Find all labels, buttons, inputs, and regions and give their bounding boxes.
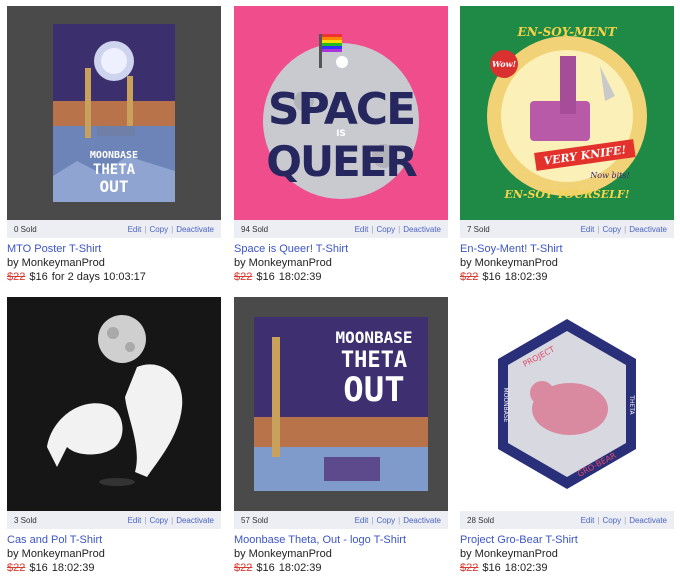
- sale-price: $16: [256, 271, 275, 283]
- original-price: $22: [234, 271, 253, 283]
- product-author: by MonkeymanProd: [7, 257, 105, 269]
- product-toolbar: 7 Sold Edit | Copy | Deactivate: [460, 220, 674, 238]
- sold-count: 57 Sold: [241, 516, 269, 525]
- cas-and-pol-art: [7, 297, 221, 511]
- edit-link[interactable]: Edit: [128, 225, 142, 234]
- deactivate-link[interactable]: Deactivate: [629, 516, 667, 525]
- product-title[interactable]: Project Gro-Bear T-Shirt: [460, 534, 578, 546]
- product-title[interactable]: MTO Poster T-Shirt: [7, 243, 101, 255]
- copy-link[interactable]: Copy: [602, 225, 621, 234]
- sale-timer: 18:02:39: [504, 271, 548, 283]
- product-image[interactable]: SPACE IS QUEER: [234, 6, 448, 220]
- product-toolbar: 57 Sold Edit | Copy | Deactivate: [234, 511, 448, 529]
- product-author: by MonkeymanProd: [460, 548, 558, 560]
- badge-left: MOONBASE: [502, 388, 509, 423]
- sale-timer: for 2 days 10:03:17: [51, 271, 146, 283]
- space-is-queer-art: SPACE IS QUEER: [234, 6, 448, 220]
- product-title[interactable]: Moonbase Theta, Out - logo T-Shirt: [234, 534, 406, 546]
- sold-count: 28 Sold: [467, 516, 495, 525]
- sold-count: 0 Sold: [14, 225, 37, 234]
- copy-link[interactable]: Copy: [376, 225, 395, 234]
- art-tag: Now bits!: [589, 171, 629, 180]
- moonbase-logo-art: MOONBASE THETA OUT: [234, 297, 448, 511]
- original-price: $22: [234, 562, 253, 574]
- product-author: by MonkeymanProd: [234, 257, 332, 269]
- poster-line3: OUT: [100, 177, 129, 196]
- product-price: $22 $16 for 2 days 10:03:17: [7, 271, 146, 283]
- sale-timer: 18:02:39: [504, 562, 548, 574]
- logo-line3: OUT: [343, 370, 404, 410]
- sale-price: $16: [482, 271, 501, 283]
- deactivate-link[interactable]: Deactivate: [403, 225, 441, 234]
- copy-link[interactable]: Copy: [149, 516, 168, 525]
- product-toolbar: 28 Sold Edit | Copy | Deactivate: [460, 511, 674, 529]
- original-price: $22: [7, 562, 26, 574]
- copy-link[interactable]: Copy: [149, 225, 168, 234]
- product-price: $22 $16 18:02:39: [7, 562, 95, 574]
- en-soy-ment-art: Wow! EN-SOY-MENT VERY KNIFE! Now bits! E…: [460, 6, 674, 220]
- product-author: by MonkeymanProd: [234, 548, 332, 560]
- sale-price: $16: [256, 562, 275, 574]
- sale-price: $16: [29, 271, 48, 283]
- sale-timer: 18:02:39: [278, 562, 322, 574]
- product-title[interactable]: En-Soy-Ment! T-Shirt: [460, 243, 563, 255]
- sale-price: $16: [29, 562, 48, 574]
- original-price: $22: [460, 562, 479, 574]
- art-badge: Wow!: [492, 59, 517, 69]
- product-toolbar: 0 Sold Edit | Copy | Deactivate: [7, 220, 221, 238]
- mto-poster-art: MOONBASE THETA OUT: [7, 6, 221, 220]
- gro-bear-art: PROJECT GRO-BEAR MOONBASE THETA: [460, 297, 674, 511]
- art-word-space: SPACE: [268, 84, 414, 135]
- deactivate-link[interactable]: Deactivate: [403, 516, 441, 525]
- product-price: $22 $16 18:02:39: [234, 271, 322, 283]
- product-title[interactable]: Space is Queer! T-Shirt: [234, 243, 348, 255]
- product-image[interactable]: MOONBASE THETA OUT: [234, 297, 448, 511]
- edit-link[interactable]: Edit: [581, 516, 595, 525]
- sale-timer: 18:02:39: [278, 271, 322, 283]
- product-image[interactable]: Wow! EN-SOY-MENT VERY KNIFE! Now bits! E…: [460, 6, 674, 220]
- logo-line1: MOONBASE: [335, 328, 412, 347]
- art-word-queer: QUEER: [266, 137, 417, 186]
- deactivate-link[interactable]: Deactivate: [176, 516, 214, 525]
- edit-link[interactable]: Edit: [355, 225, 369, 234]
- art-bottom: EN-SOY YOURSELF!: [503, 188, 629, 201]
- copy-link[interactable]: Copy: [602, 516, 621, 525]
- sold-count: 94 Sold: [241, 225, 269, 234]
- original-price: $22: [7, 271, 26, 283]
- product-toolbar: 3 Sold Edit | Copy | Deactivate: [7, 511, 221, 529]
- product-image[interactable]: [7, 297, 221, 511]
- poster-line1: MOONBASE: [90, 150, 138, 161]
- sold-count: 7 Sold: [467, 225, 490, 234]
- edit-link[interactable]: Edit: [128, 516, 142, 525]
- original-price: $22: [460, 271, 479, 283]
- edit-link[interactable]: Edit: [355, 516, 369, 525]
- product-author: by MonkeymanProd: [460, 257, 558, 269]
- sold-count: 3 Sold: [14, 516, 37, 525]
- product-author: by MonkeymanProd: [7, 548, 105, 560]
- product-image[interactable]: MOONBASE THETA OUT: [7, 6, 221, 220]
- deactivate-link[interactable]: Deactivate: [629, 225, 667, 234]
- poster-line2: THETA: [93, 162, 136, 178]
- edit-link[interactable]: Edit: [581, 225, 595, 234]
- sale-price: $16: [482, 562, 501, 574]
- copy-link[interactable]: Copy: [376, 516, 395, 525]
- deactivate-link[interactable]: Deactivate: [176, 225, 214, 234]
- art-top: EN-SOY-MENT: [517, 25, 618, 39]
- product-toolbar: 94 Sold Edit | Copy | Deactivate: [234, 220, 448, 238]
- product-image[interactable]: PROJECT GRO-BEAR MOONBASE THETA: [460, 297, 674, 511]
- product-price: $22 $16 18:02:39: [460, 271, 548, 283]
- badge-right: THETA: [628, 394, 635, 415]
- product-title[interactable]: Cas and Pol T-Shirt: [7, 534, 102, 546]
- sale-timer: 18:02:39: [51, 562, 95, 574]
- product-price: $22 $16 18:02:39: [234, 562, 322, 574]
- product-price: $22 $16 18:02:39: [460, 562, 548, 574]
